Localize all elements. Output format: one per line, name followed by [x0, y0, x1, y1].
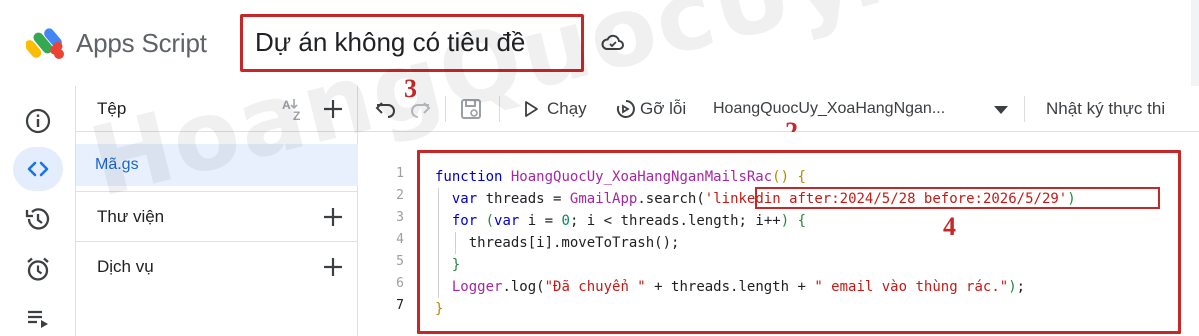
function-name: HoangQuocUy_XoaHangNganMailsRac: [510, 169, 773, 185]
line-number: 2: [396, 188, 404, 203]
add-service-button[interactable]: [321, 255, 345, 279]
sort-az-icon[interactable]: A Z: [280, 96, 308, 122]
info-icon: [25, 108, 51, 134]
app-name[interactable]: Apps Script: [76, 28, 207, 59]
undo-icon[interactable]: [374, 97, 398, 121]
alarm-icon: [27, 257, 49, 281]
line-number: 4: [396, 232, 404, 247]
file-item-ma-gs[interactable]: Mã.gs: [76, 144, 358, 186]
editor-toolbar: 3 Chạy Gỡ lỗi HoangQuocUy_XoaHangNgan...…: [358, 74, 1199, 146]
add-file-button[interactable]: [321, 97, 345, 121]
file-name: Mã.gs: [95, 156, 139, 173]
identifier: GmailApp: [569, 191, 638, 207]
rail-runs-button[interactable]: [13, 296, 63, 336]
scrollbar[interactable]: [1191, 0, 1199, 86]
code-line-5[interactable]: }: [435, 254, 460, 276]
top-app-bar: Apps Script Dự án không có tiêu đề: [0, 0, 1199, 86]
keyword: function: [435, 169, 503, 185]
code-icon: [27, 161, 49, 177]
add-library-button[interactable]: [321, 205, 345, 229]
apps-script-logo-icon[interactable]: [26, 25, 68, 61]
code-content[interactable]: function HoangQuocUy_XoaHangNganMailsRac…: [435, 166, 1076, 317]
debug-button[interactable]: Gỡ lỗi: [640, 99, 686, 119]
string: "Đã chuyển ": [544, 279, 646, 295]
left-navigation-rail: [0, 86, 76, 336]
identifier: Logger: [451, 279, 503, 295]
run-play-icon[interactable]: [521, 99, 541, 119]
code-line-6[interactable]: Logger.log("Đã chuyển " + threads.length…: [435, 276, 1025, 298]
code-line-1[interactable]: function HoangQuocUy_XoaHangNganMailsRac…: [435, 166, 806, 188]
libraries-label: Thư viện: [97, 207, 165, 226]
line-number: 3: [396, 210, 404, 225]
method: .search(: [637, 191, 705, 207]
line-number: 7: [396, 298, 404, 313]
keyword: var: [451, 191, 478, 207]
rail-executions-button[interactable]: [13, 197, 63, 241]
files-panel: Tệp A Z Mã.gs Thư viện Dịch vụ: [76, 86, 358, 336]
identifier: i: [527, 213, 537, 229]
rail-overview-button[interactable]: [13, 99, 63, 143]
svg-text:A: A: [282, 98, 291, 112]
annotation-marker-3: 3: [404, 74, 417, 103]
toolbar-divider: [499, 96, 500, 122]
toolbar-divider: [445, 96, 446, 122]
cloud-saved-icon[interactable]: [601, 33, 625, 53]
annotation-marker-4: 4: [943, 212, 956, 241]
identifier: threads.length: [620, 213, 739, 229]
code-line-4[interactable]: threads[i].moveToTrash();: [435, 232, 680, 254]
function-select[interactable]: HoangQuocUy_XoaHangNgan...: [713, 100, 945, 118]
code-editor[interactable]: 1 2 3 4 5 6 7 function HoangQuocUy_XoaHa…: [358, 132, 1199, 336]
libraries-section: Thư viện: [76, 191, 358, 241]
line-number: 6: [396, 276, 404, 291]
history-icon: [25, 208, 50, 230]
toolbar-divider: [1024, 96, 1025, 122]
string: " email vào thùng rác.": [814, 279, 1009, 295]
line-number: 1: [396, 166, 404, 181]
dropdown-arrow-icon[interactable]: [994, 106, 1008, 114]
code-line-7[interactable]: }: [435, 298, 443, 320]
files-panel-title: Tệp: [97, 99, 127, 118]
rail-editor-button[interactable]: [13, 147, 63, 191]
method: .log(: [502, 279, 545, 295]
rail-triggers-button[interactable]: [13, 247, 63, 291]
line-number: 5: [396, 254, 404, 269]
statement: threads[i].moveToTrash();: [468, 235, 680, 251]
services-section: Dịch vụ: [76, 241, 358, 291]
svg-text:Z: Z: [293, 109, 300, 122]
identifier: threads: [485, 191, 545, 207]
list-play-icon: [28, 310, 48, 328]
services-label: Dịch vụ: [97, 257, 154, 276]
files-panel-header: Tệp A Z: [76, 86, 358, 132]
execution-log-button[interactable]: Nhật ký thực thi: [1046, 99, 1165, 119]
annotation-box-query: [755, 187, 1160, 209]
save-icon[interactable]: [459, 97, 483, 121]
keyword: for: [451, 213, 478, 229]
project-title[interactable]: Dự án không có tiêu đề: [255, 27, 525, 58]
number: 0: [561, 213, 570, 229]
debug-icon[interactable]: [614, 97, 638, 121]
code-line-3[interactable]: for (var i = 0; i < threads.length; i++)…: [435, 210, 806, 232]
run-button[interactable]: Chạy: [547, 99, 587, 119]
